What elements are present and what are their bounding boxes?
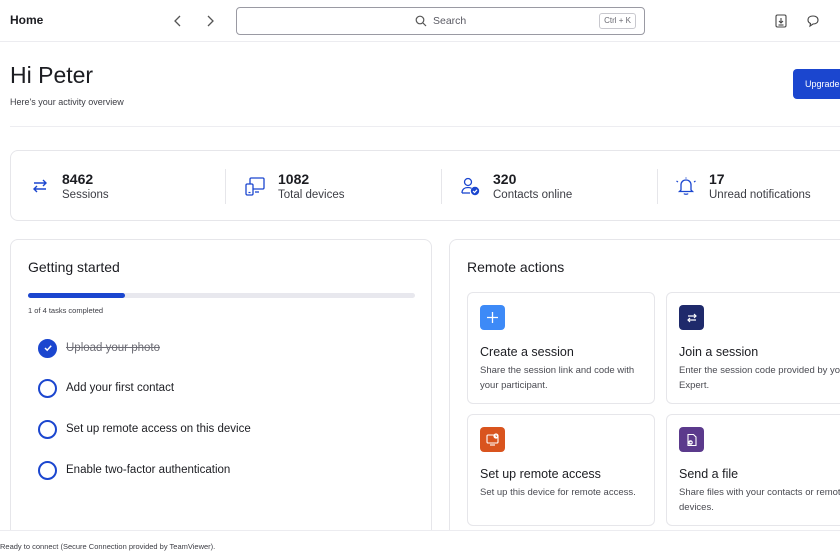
task-item[interactable]: Add your first contact bbox=[38, 378, 174, 398]
action-title: Send a file bbox=[679, 467, 739, 481]
stat-label: Sessions bbox=[62, 189, 109, 201]
greeting-subtitle: Here's your activity overview bbox=[10, 97, 124, 107]
stat-value: 1082 bbox=[278, 171, 310, 187]
upgrade-button[interactable]: Upgrade bbox=[793, 69, 840, 99]
devices-icon bbox=[245, 177, 265, 196]
action-icon-tile bbox=[679, 427, 704, 452]
bell-icon bbox=[676, 177, 696, 195]
download-button[interactable] bbox=[772, 12, 790, 30]
download-icon bbox=[775, 14, 787, 28]
task-label: Enable two-factor authentication bbox=[66, 464, 231, 476]
remote-device-icon bbox=[486, 433, 499, 446]
chat-icon bbox=[807, 15, 819, 28]
top-bar: Home Search Ctrl + K bbox=[0, 0, 840, 42]
remote-actions-card: Remote actions Create a session Share th… bbox=[449, 239, 840, 539]
checkbox[interactable] bbox=[38, 460, 57, 480]
action-description: Enter the session code provided by your … bbox=[679, 365, 840, 391]
getting-started-card: Getting started 1 of 4 tasks completed U… bbox=[10, 239, 432, 539]
action-title: Join a session bbox=[679, 345, 759, 359]
divider bbox=[10, 126, 840, 127]
checkmark-icon bbox=[43, 345, 52, 352]
stat-value: 17 bbox=[709, 171, 725, 187]
action-description: Share files with your contacts or remote… bbox=[679, 487, 840, 513]
stat-contacts[interactable]: 320 Contacts online bbox=[442, 151, 657, 222]
checkbox-checked[interactable] bbox=[38, 338, 57, 358]
join-session-button[interactable]: Join a session Enter the session code pr… bbox=[666, 292, 840, 404]
stat-devices[interactable]: 1082 Total devices bbox=[226, 151, 441, 222]
create-session-button[interactable]: Create a session Share the session link … bbox=[467, 292, 655, 404]
action-icon-tile bbox=[679, 305, 704, 330]
task-label: Add your first contact bbox=[66, 382, 175, 394]
stat-notifications[interactable]: 17 Unread notifications bbox=[658, 151, 840, 222]
progress-text: 1 of 4 tasks completed bbox=[28, 306, 104, 315]
search-shortcut: Ctrl + K bbox=[599, 13, 636, 29]
action-title: Create a session bbox=[480, 345, 574, 359]
stat-label: Contacts online bbox=[493, 189, 573, 201]
arrows-swap-icon bbox=[33, 179, 47, 193]
chat-button[interactable] bbox=[804, 12, 822, 30]
status-text: Ready to connect (Secure Connection prov… bbox=[0, 542, 216, 551]
status-bar: Ready to connect (Secure Connection prov… bbox=[0, 530, 840, 560]
contact-online-icon bbox=[461, 177, 480, 196]
action-description: Share the session link and code with you… bbox=[480, 365, 635, 391]
arrows-swap-icon bbox=[686, 313, 697, 322]
action-title: Set up remote access bbox=[480, 467, 601, 481]
stat-sessions[interactable]: 8462 Sessions bbox=[11, 151, 225, 222]
stat-label: Total devices bbox=[278, 189, 345, 201]
card-title: Remote actions bbox=[467, 259, 565, 275]
checkbox[interactable] bbox=[38, 378, 57, 398]
task-item[interactable]: Set up remote access on this device bbox=[38, 419, 251, 439]
search-icon bbox=[415, 15, 427, 27]
greeting-title: Hi Peter bbox=[10, 62, 94, 88]
action-icon-tile bbox=[480, 427, 505, 452]
chevron-right-icon bbox=[207, 15, 214, 27]
stat-value: 320 bbox=[493, 171, 517, 187]
task-item[interactable]: Enable two-factor authentication bbox=[38, 460, 230, 480]
checkbox[interactable] bbox=[38, 419, 57, 439]
setup-remote-access-button[interactable]: Set up remote access Set up this device … bbox=[467, 414, 655, 526]
progress-fill bbox=[28, 293, 125, 298]
stats-panel: 8462 Sessions 1082 Total devices 320 Con… bbox=[10, 150, 840, 221]
chevron-left-icon bbox=[174, 15, 181, 27]
task-label: Upload your photo bbox=[66, 342, 160, 354]
search-placeholder: Search bbox=[433, 15, 467, 27]
file-send-icon bbox=[686, 433, 697, 446]
card-title: Getting started bbox=[28, 259, 120, 275]
action-icon-tile bbox=[480, 305, 505, 330]
forward-button[interactable] bbox=[200, 11, 220, 31]
page-title: Home bbox=[10, 13, 44, 27]
stat-value: 8462 bbox=[62, 171, 94, 187]
stat-label: Unread notifications bbox=[709, 189, 811, 201]
task-item[interactable]: Upload your photo bbox=[38, 338, 160, 358]
plus-icon bbox=[487, 312, 498, 323]
progress-bar bbox=[28, 293, 415, 298]
task-label: Set up remote access on this device bbox=[66, 423, 251, 435]
back-button[interactable] bbox=[168, 11, 188, 31]
action-description: Set up this device for remote access. bbox=[480, 487, 636, 498]
search-input[interactable]: Search Ctrl + K bbox=[236, 7, 645, 35]
send-file-button[interactable]: Send a file Share files with your contac… bbox=[666, 414, 840, 526]
